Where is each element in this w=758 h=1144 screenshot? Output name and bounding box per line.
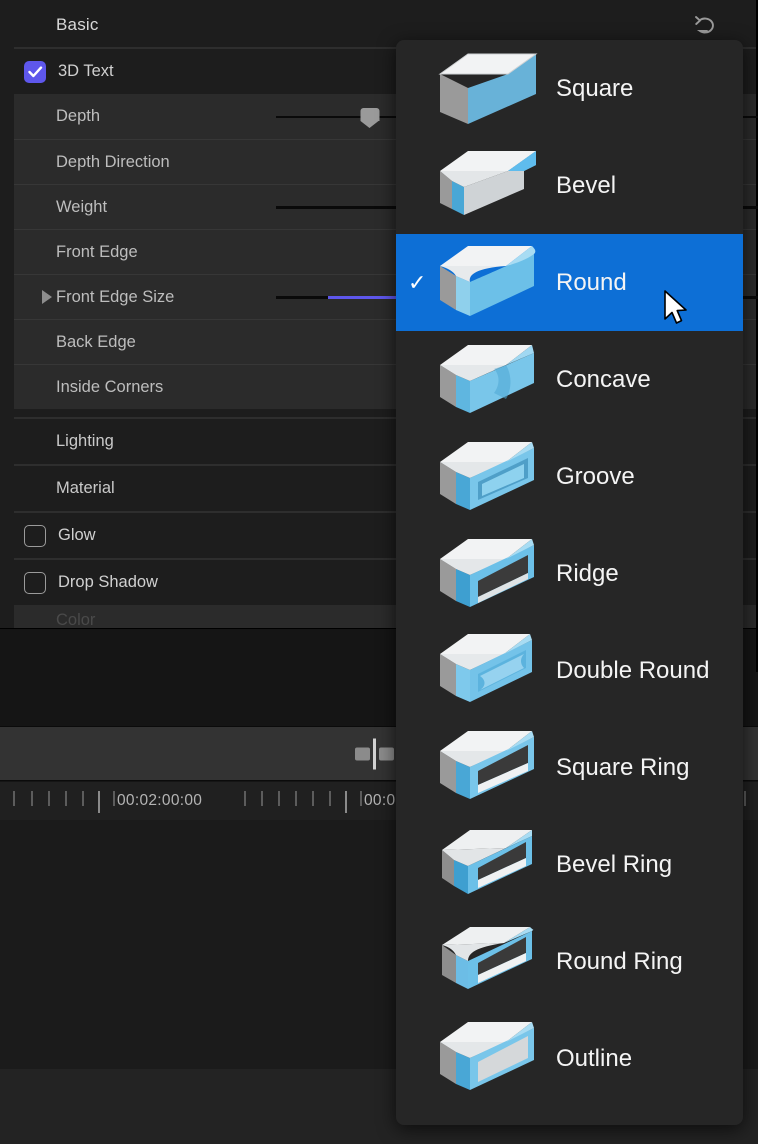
menu-item-outline[interactable]: Outline (396, 1010, 743, 1107)
menu-item-label: Bevel (556, 172, 616, 200)
shape-round-thumbnail (434, 242, 542, 324)
menu-item-label: Ridge (556, 560, 619, 588)
menu-item-round-ring[interactable]: Round Ring (396, 913, 743, 1010)
front-edge-shape-menu[interactable]: Square Bevel ✓ (396, 40, 743, 1125)
shape-concave-thumbnail (434, 339, 542, 421)
shape-square-ring-thumbnail (434, 727, 542, 809)
shape-outline-thumbnail (434, 1018, 542, 1100)
row-label-lighting: Lighting (0, 432, 114, 451)
row-label-glow: Glow (58, 526, 96, 545)
menu-item-groove[interactable]: Groove (396, 428, 743, 525)
trim-right-handle[interactable] (379, 747, 394, 760)
menu-item-label: Groove (556, 463, 635, 491)
menu-item-concave[interactable]: Concave (396, 331, 743, 428)
app-window: Basic 3D Text Depth (0, 0, 758, 1144)
row-label-drop-shadow: Drop Shadow (58, 573, 158, 592)
page-title: Basic (56, 15, 99, 35)
row-label-back-edge: Back Edge (14, 333, 136, 352)
disclosure-triangle-icon[interactable] (42, 290, 52, 304)
menu-item-bevel-ring[interactable]: Bevel Ring (396, 816, 743, 913)
shape-double-round-thumbnail (434, 630, 542, 712)
checkbox-glow[interactable] (24, 525, 46, 547)
menu-item-ridge[interactable]: Ridge (396, 525, 743, 622)
menu-item-label: Round Ring (556, 948, 683, 976)
menu-item-square[interactable]: Square (396, 40, 743, 137)
playhead-bar[interactable] (373, 738, 376, 769)
shape-groove-thumbnail (434, 436, 542, 518)
menu-item-label: Double Round (556, 657, 709, 685)
playhead-trim-control[interactable] (355, 738, 394, 769)
menu-item-bevel[interactable]: Bevel (396, 137, 743, 234)
menu-item-double-round[interactable]: Double Round (396, 622, 743, 719)
shape-bevel-ring-thumbnail (434, 824, 542, 906)
row-label-weight: Weight (14, 198, 107, 217)
menu-item-label: Bevel Ring (556, 851, 672, 879)
row-label-front-edge-size: Front Edge Size (14, 288, 174, 307)
row-label-front-edge: Front Edge (14, 243, 138, 262)
menu-item-square-ring[interactable]: Square Ring (396, 719, 743, 816)
timecode-label: 00:0 (364, 792, 395, 810)
shape-bevel-thumbnail (434, 145, 542, 227)
menu-item-label: Square Ring (556, 754, 689, 782)
row-label-3d-text: 3D Text (58, 62, 114, 81)
menu-item-label: Round (556, 269, 627, 297)
shape-square-thumbnail (434, 48, 542, 130)
checkmark-icon: ✓ (408, 272, 426, 294)
row-label-depth: Depth (14, 107, 100, 126)
menu-item-label: Outline (556, 1045, 632, 1073)
row-label-color: Color (14, 611, 95, 630)
row-label-material: Material (0, 479, 115, 498)
checkbox-drop-shadow[interactable] (24, 572, 46, 594)
trim-left-handle[interactable] (355, 747, 370, 760)
shape-ridge-thumbnail (434, 533, 542, 615)
shape-round-ring-thumbnail (434, 921, 542, 1003)
menu-item-round[interactable]: ✓ Round (396, 234, 743, 331)
checkbox-3d-text[interactable] (24, 61, 46, 83)
menu-item-label: Square (556, 75, 633, 103)
timecode-label: 00:02:00:00 (117, 792, 202, 810)
slider-knob[interactable] (360, 108, 379, 127)
reset-arrow-icon[interactable] (692, 12, 718, 38)
menu-item-label: Concave (556, 366, 651, 394)
row-label-depth-direction: Depth Direction (14, 153, 170, 172)
row-label-inside-corners: Inside Corners (14, 378, 163, 397)
